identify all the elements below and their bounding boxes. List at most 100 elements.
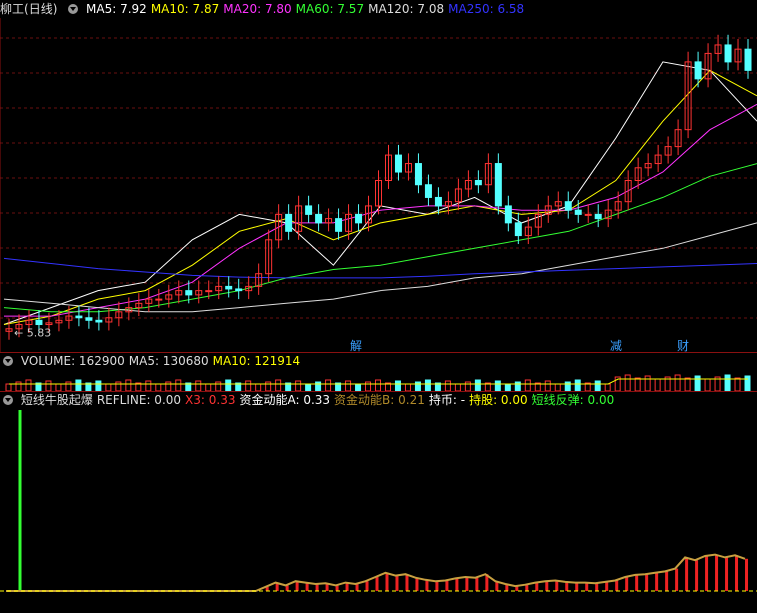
indicator-bar <box>655 572 659 591</box>
volume-bar <box>604 383 611 391</box>
volume-bar <box>365 381 372 391</box>
ma-line-MA60 <box>3 163 757 313</box>
indicator-legend-item-2: X3: 0.33 <box>185 393 236 407</box>
volume-bar <box>255 383 262 391</box>
volume-legend-item-2: MA10: 121914 <box>212 354 301 368</box>
fund-momentum-b-line <box>6 553 746 592</box>
candle <box>694 61 702 80</box>
indicator-bar <box>445 580 449 591</box>
indicator-legend-item-5: 持币: - <box>428 393 466 407</box>
volume-legend: VOLUME: 162900 MA5: 130680 MA10: 121914 <box>0 353 308 369</box>
candle <box>724 44 732 63</box>
candle <box>594 213 602 220</box>
indicator-bar <box>355 584 359 591</box>
volume-bar <box>514 381 521 391</box>
volume-bar <box>424 379 431 391</box>
candle <box>225 285 233 290</box>
candle <box>205 290 213 293</box>
candle <box>285 213 293 232</box>
indicator-bar <box>435 581 439 591</box>
ma-legend-item-3: MA60: 7.57 <box>295 2 365 16</box>
volume-bar <box>474 379 481 391</box>
volume-bar <box>25 379 32 391</box>
indicator-bar <box>425 579 429 591</box>
volume-bar <box>544 380 551 391</box>
candle <box>424 184 432 198</box>
volume-bar <box>5 383 12 391</box>
indicator-bar <box>625 577 629 591</box>
indicator-legend-item-1: REFLINE: 0.00 <box>96 393 182 407</box>
indicator-bar <box>595 583 599 591</box>
indicator-bar <box>665 571 669 591</box>
volume-bar <box>394 380 401 391</box>
volume-chart <box>5 374 751 391</box>
indicator-bar <box>535 582 539 591</box>
indicator-legend: 短线牛股起爆 REFLINE: 0.00 X3: 0.33 资金动能A: 0.33 资金… <box>0 392 622 408</box>
candle <box>474 180 482 186</box>
indicator-bar <box>585 582 589 591</box>
indicator-bar <box>375 577 379 591</box>
volume-bar <box>245 380 252 391</box>
indicator-bar <box>735 555 739 591</box>
volume-bar <box>454 383 461 391</box>
candle <box>305 205 313 215</box>
volume-bar <box>305 383 312 391</box>
indicator-bar <box>465 577 469 591</box>
stock-name: 柳工 <box>0 2 25 16</box>
indicator-bar <box>685 557 689 591</box>
indicator-bar <box>525 584 529 591</box>
indicator-bar <box>575 582 579 591</box>
volume-bar <box>155 383 162 391</box>
period-label: (日线) <box>24 2 58 16</box>
volume-bar <box>564 381 571 391</box>
volume-bar <box>355 383 362 391</box>
volume-bar <box>325 379 332 391</box>
candle <box>95 319 103 323</box>
volume-bar <box>624 374 631 391</box>
candle <box>235 288 243 292</box>
volume-bar <box>594 380 601 391</box>
indicator-bar <box>605 581 609 591</box>
volume-bar <box>674 374 681 391</box>
volume-bar <box>95 380 102 391</box>
indicator-bar <box>725 557 729 591</box>
volume-bar <box>504 383 511 391</box>
chevron-down-icon[interactable] <box>3 356 13 366</box>
indicator-bar <box>455 578 459 591</box>
volume-bar <box>315 381 322 391</box>
candle <box>744 48 752 71</box>
candle <box>355 213 363 224</box>
indicator-bar <box>545 581 549 591</box>
indicator-bar <box>705 556 709 591</box>
volume-bar <box>105 383 112 391</box>
chevron-down-icon[interactable] <box>68 4 79 14</box>
low-price-label: ← 5.83 <box>14 326 51 339</box>
volume-bar <box>275 379 282 391</box>
volume-bar <box>65 381 72 391</box>
indicator-chart <box>0 410 757 592</box>
volume-bar <box>734 377 741 391</box>
price-chart: ← 5.83 <box>0 18 757 353</box>
indicator-bar <box>385 572 389 591</box>
volume-bar <box>345 380 352 391</box>
ma-legend-item-1: MA10: 7.87 <box>150 2 220 16</box>
candle <box>335 218 343 232</box>
volume-bar <box>704 378 711 391</box>
volume-bar <box>464 381 471 391</box>
volume-bar <box>634 377 641 391</box>
indicator-bar <box>365 581 369 591</box>
indicator-bar <box>295 581 299 591</box>
indicator-bar <box>715 554 719 591</box>
volume-bar <box>265 381 272 391</box>
chevron-down-icon[interactable] <box>3 395 13 405</box>
volume-bar <box>175 379 182 391</box>
candle <box>394 154 402 173</box>
indicator-bar <box>635 574 639 591</box>
volume-bar <box>15 381 22 391</box>
volume-bar <box>45 380 52 391</box>
indicator-bar <box>405 574 409 591</box>
candle <box>155 298 163 301</box>
candle <box>185 290 193 296</box>
volume-bar <box>215 381 222 391</box>
indicator-bar <box>565 581 569 591</box>
